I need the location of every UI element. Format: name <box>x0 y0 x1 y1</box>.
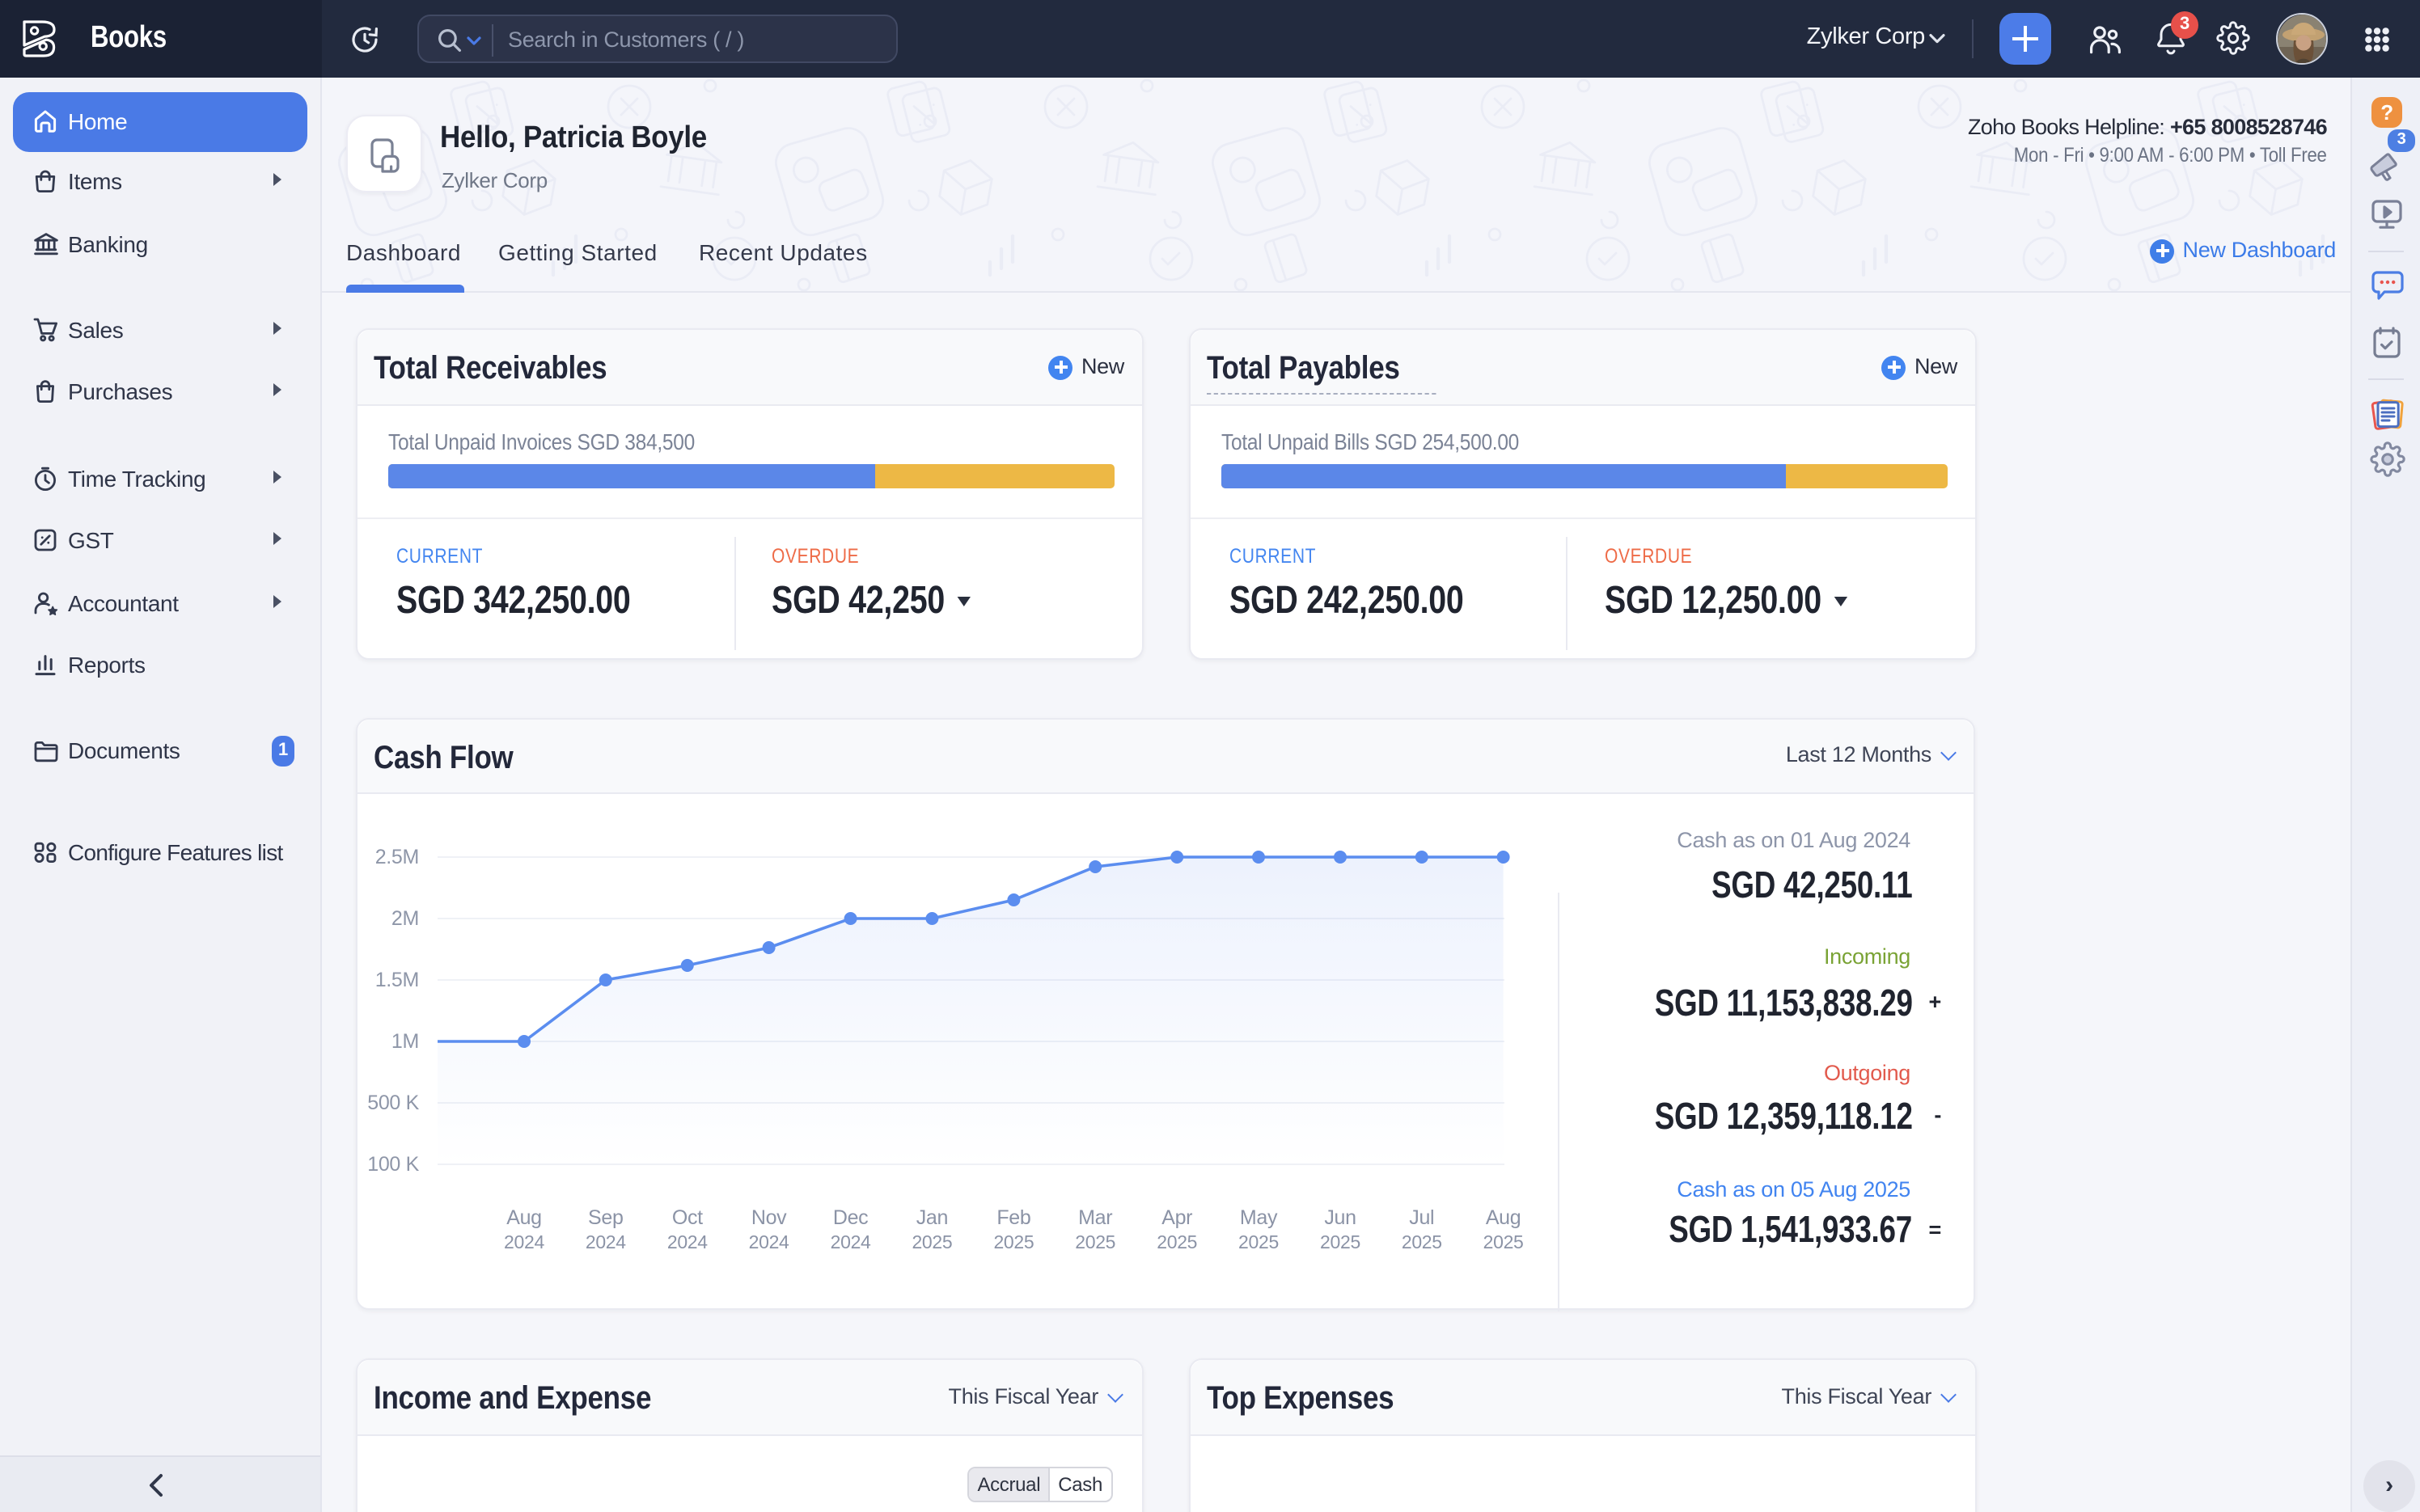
svg-text:500 K: 500 K <box>366 1092 418 1114</box>
svg-text:2025: 2025 <box>1156 1231 1196 1252</box>
svg-text:Mar: Mar <box>1077 1206 1111 1229</box>
svg-text:Jan: Jan <box>916 1206 947 1229</box>
svg-text:May: May <box>1239 1206 1277 1229</box>
svg-text:2024: 2024 <box>503 1231 544 1252</box>
svg-text:Dec: Dec <box>832 1206 868 1229</box>
svg-text:Oct: Oct <box>671 1206 702 1229</box>
svg-text:2025: 2025 <box>1074 1231 1115 1252</box>
svg-text:2025: 2025 <box>1319 1231 1360 1252</box>
svg-text:Sep: Sep <box>587 1206 623 1229</box>
svg-text:2025: 2025 <box>1238 1231 1278 1252</box>
svg-text:2.5M: 2.5M <box>374 846 418 868</box>
svg-text:2025: 2025 <box>1401 1231 1441 1252</box>
svg-text:2M: 2M <box>391 907 418 930</box>
svg-text:Apr: Apr <box>1161 1206 1191 1229</box>
svg-text:2024: 2024 <box>748 1231 789 1252</box>
svg-text:Jul: Jul <box>1408 1206 1433 1229</box>
svg-text:2024: 2024 <box>830 1231 870 1252</box>
svg-text:Nov: Nov <box>751 1206 786 1229</box>
svg-text:2025: 2025 <box>1483 1231 1523 1252</box>
svg-text:100 K: 100 K <box>366 1153 418 1176</box>
svg-text:Feb: Feb <box>996 1206 1030 1229</box>
svg-text:2024: 2024 <box>585 1231 625 1252</box>
svg-text:Aug: Aug <box>1485 1206 1521 1229</box>
svg-text:Jun: Jun <box>1323 1206 1355 1229</box>
svg-text:1M: 1M <box>391 1030 418 1053</box>
svg-text:2024: 2024 <box>666 1231 707 1252</box>
svg-text:2025: 2025 <box>911 1231 951 1252</box>
svg-text:Aug: Aug <box>506 1206 541 1229</box>
svg-text:1.5M: 1.5M <box>374 969 418 991</box>
svg-text:2025: 2025 <box>992 1231 1033 1252</box>
